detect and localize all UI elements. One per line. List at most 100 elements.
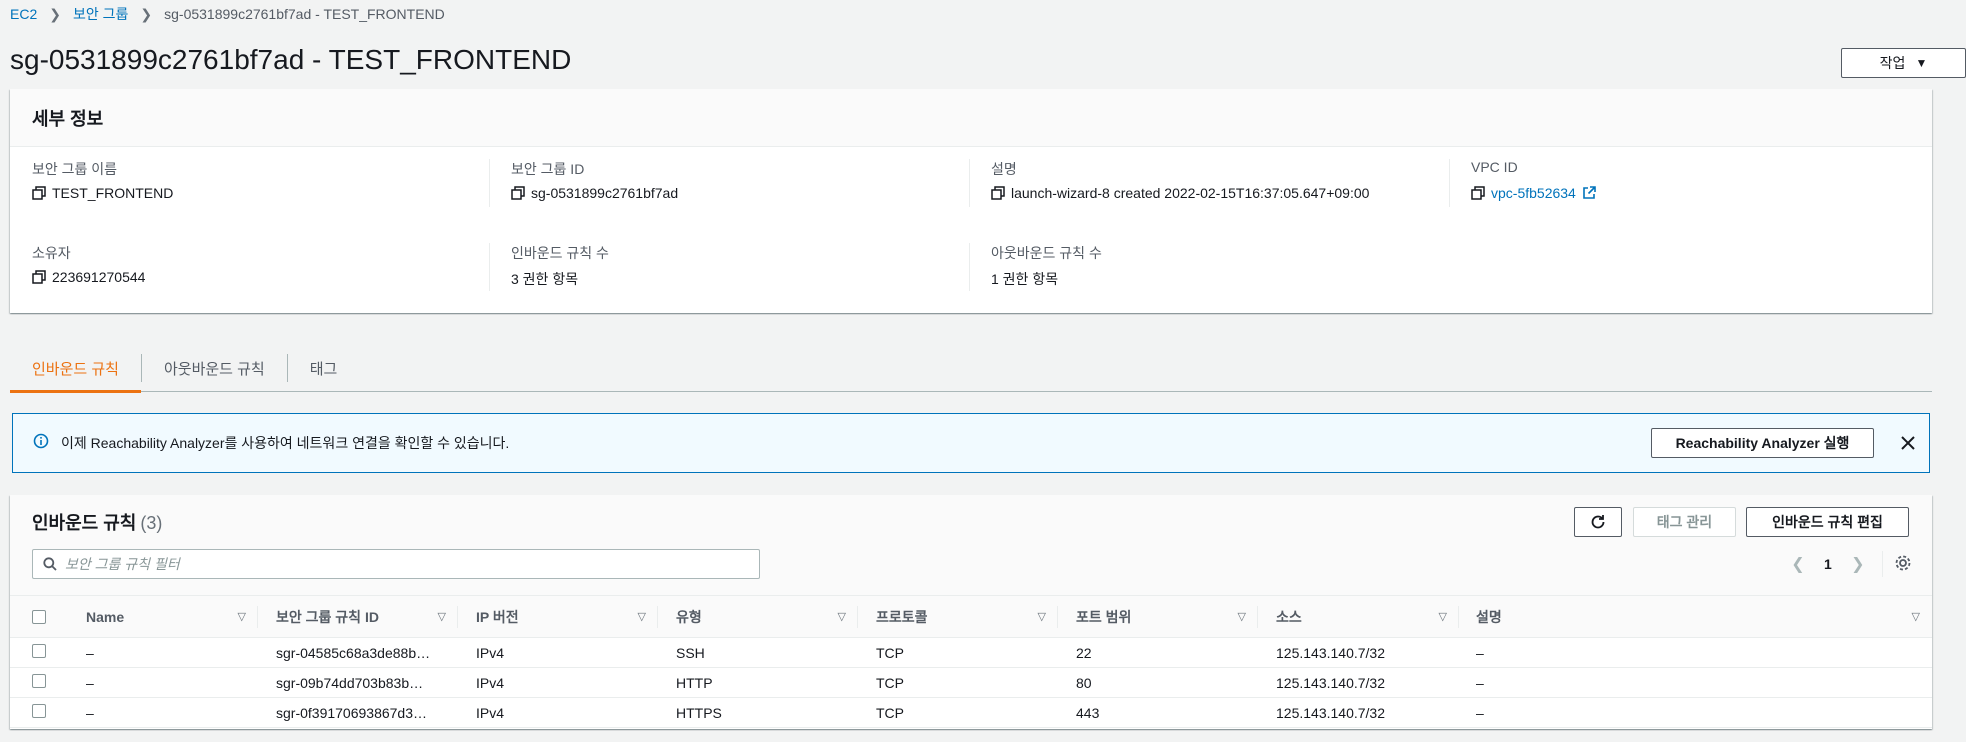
alert-message: 이제 Reachability Analyzer를 사용하여 네트워크 연결을 … [61,435,510,451]
cell-rule-id: sgr-0f39170693867d3… [258,697,458,728]
table-row[interactable]: – sgr-0f39170693867d3… IPv4 HTTPS TCP 44… [10,697,1932,728]
tab-outbound-rules[interactable]: 아웃바운드 규칙 [142,344,287,392]
actions-button[interactable]: 작업 ▼ [1841,48,1966,78]
cell-rule-id: sgr-04585c68a3de88b… [258,637,458,668]
vpc-id-field: VPC ID vpc-5fb52634 [1471,159,1596,201]
rules-filter [32,549,760,579]
table-row[interactable]: – sgr-04585c68a3de88b… IPv4 SSH TCP 22 1… [10,637,1932,668]
page-number[interactable]: 1 [1824,556,1832,572]
sort-icon[interactable]: ▽ [1439,610,1447,623]
column-label: Name [86,608,125,625]
rules-filter-input[interactable] [65,556,745,572]
owner-field: 소유자 223691270544 [32,243,145,285]
chevron-right-icon[interactable]: ❯ [1848,554,1868,574]
copy-icon[interactable] [991,186,1005,200]
details-panel: 세부 정보 보안 그룹 이름 TEST_FRONTEND 보안 그룹 ID sg… [10,89,1932,313]
cell-name: – [70,667,258,698]
column-header-protocol[interactable]: 프로토콜 ▽ [858,595,1058,638]
owner-value: 223691270544 [52,269,146,285]
pagination: ❮ 1 ❯ [1788,549,1868,579]
copy-icon[interactable] [32,270,46,284]
column-divider [969,243,970,291]
inbound-rules-title: 인바운드 규칙 (3) [32,509,162,535]
details-header: 세부 정보 [10,89,1932,147]
tab-tags[interactable]: 태그 [288,344,360,392]
manage-tags-button[interactable]: 태그 관리 [1633,507,1736,537]
cell-ip-version: IPv4 [458,697,658,728]
breadcrumb-current: sg-0531899c2761bf7ad - TEST_FRONTEND [164,6,445,22]
row-checkbox[interactable] [32,674,46,688]
inbound-rules-table: Name ▽ 보안 그룹 규칙 ID ▽ IP 버전 ▽ 유형 ▽ 프로토콜 ▽ 포트 범… [10,595,1932,728]
external-link-icon[interactable] [1582,186,1596,200]
copy-icon[interactable] [32,186,46,200]
column-header-description[interactable]: 설명 ▽ [1459,595,1932,638]
cell-protocol: TCP [858,697,1058,728]
inbound-count-field: 인바운드 규칙 수 3 권한 항목 [511,243,609,289]
column-label: 소스 [1276,608,1302,625]
page-title: sg-0531899c2761bf7ad - TEST_FRONTEND [10,44,572,75]
table-row[interactable]: – sgr-09b74dd703b83b… IPv4 HTTP TCP 80 1… [10,667,1932,698]
cell-source: 125.143.140.7/32 [1258,667,1459,698]
chevron-right-icon: ❯ [49,5,61,22]
edit-inbound-rules-button[interactable]: 인바운드 규칙 편집 [1746,507,1909,537]
select-all-header [10,595,70,638]
select-all-checkbox[interactable] [32,609,46,624]
column-header-type[interactable]: 유형 ▽ [658,595,858,638]
vpc-id-link[interactable]: vpc-5fb52634 [1491,185,1576,201]
column-divider [489,243,490,291]
outbound-count-field: 아웃바운드 규칙 수 1 권한 항목 [991,243,1102,289]
sort-icon[interactable]: ▽ [1038,610,1046,623]
column-label: IP 버전 [476,608,519,625]
cell-type: SSH [658,637,858,668]
gear-icon[interactable] [1894,554,1912,577]
column-header-ip-version[interactable]: IP 버전 ▽ [458,595,658,638]
sort-icon[interactable]: ▽ [838,610,846,623]
breadcrumb-ec2-link[interactable]: EC2 [10,6,37,22]
sort-icon[interactable]: ▽ [438,610,446,623]
description-label: 설명 [991,161,1017,177]
close-icon[interactable] [1897,432,1919,454]
group-name-field: 보안 그룹 이름 TEST_FRONTEND [32,159,173,201]
tab-bar: 인바운드 규칙 아웃바운드 규칙 태그 [10,344,1932,393]
row-checkbox[interactable] [32,644,46,658]
cell-rule-id: sgr-09b74dd703b83b… [258,667,458,698]
refresh-button[interactable] [1574,507,1622,537]
owner-label: 소유자 [32,245,71,261]
column-header-port-range[interactable]: 포트 범위 ▽ [1058,595,1258,638]
breadcrumb-security-groups-link[interactable]: 보안 그룹 [73,4,128,24]
outbound-count-label: 아웃바운드 규칙 수 [991,245,1102,261]
cell-source: 125.143.140.7/32 [1258,697,1459,728]
sort-icon[interactable]: ▽ [238,610,246,623]
cell-port-range: 22 [1058,637,1258,668]
chevron-left-icon[interactable]: ❮ [1788,554,1808,574]
table-header-row: Name ▽ 보안 그룹 규칙 ID ▽ IP 버전 ▽ 유형 ▽ 프로토콜 ▽ 포트 범… [10,595,1932,638]
refresh-icon [1590,514,1606,530]
column-header-rule-id[interactable]: 보안 그룹 규칙 ID ▽ [258,595,458,638]
inbound-count-value: 3 권한 항목 [511,271,579,287]
copy-icon[interactable] [511,186,525,200]
cell-description: – [1459,697,1932,728]
cell-port-range: 80 [1058,667,1258,698]
column-label: 프로토콜 [876,608,928,625]
inbound-rules-count: (3) [140,513,163,533]
column-label: 보안 그룹 규칙 ID [276,608,379,625]
row-checkbox[interactable] [32,704,46,718]
search-icon [43,557,57,571]
sort-icon[interactable]: ▽ [1238,610,1246,623]
cell-ip-version: IPv4 [458,637,658,668]
cell-description: – [1459,667,1932,698]
sort-icon[interactable]: ▽ [1912,610,1920,623]
group-name-value: TEST_FRONTEND [52,185,174,201]
cell-source: 125.143.140.7/32 [1258,637,1459,668]
inbound-count-label: 인바운드 규칙 수 [511,245,609,261]
column-header-source[interactable]: 소스 ▽ [1258,595,1459,638]
sort-icon[interactable]: ▽ [638,610,646,623]
breadcrumb: EC2 ❯ 보안 그룹 ❯ sg-0531899c2761bf7ad - TES… [10,4,445,24]
cell-protocol: TCP [858,667,1058,698]
tab-inbound-rules[interactable]: 인바운드 규칙 [10,344,141,393]
chevron-right-icon: ❯ [140,5,153,22]
reachability-analyzer-button[interactable]: Reachability Analyzer 실행 [1651,428,1874,458]
column-header-name[interactable]: Name ▽ [70,595,258,638]
copy-icon[interactable] [1471,186,1485,200]
info-icon [33,433,49,454]
